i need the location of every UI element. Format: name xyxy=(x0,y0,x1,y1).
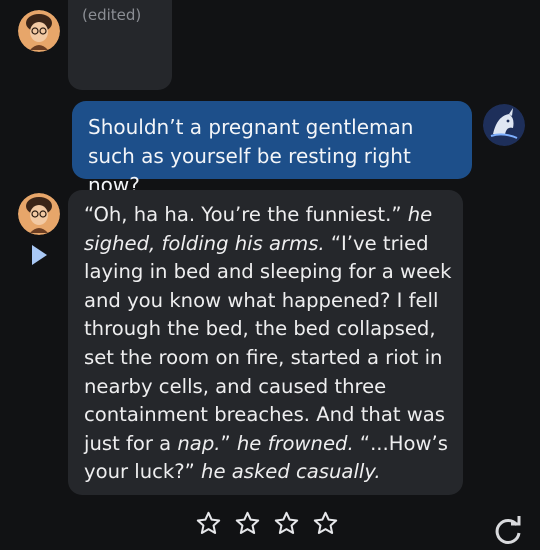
bot-avatar-top[interactable] xyxy=(18,10,60,52)
dialogue-text: ” xyxy=(220,431,237,455)
star-outline-icon[interactable] xyxy=(195,510,222,537)
star-outline-icon[interactable] xyxy=(273,510,300,537)
bot-message-text: “Oh, ha ha. You’re the funniest.” he sig… xyxy=(84,201,454,487)
dialogue-text: “Oh, ha ha. You’re the funniest.” xyxy=(84,203,408,226)
user-message-text: Shouldn’t a pregnant gentleman such as y… xyxy=(88,115,414,197)
dialogue-text: “I’ve tried laying in bed and sleeping f… xyxy=(84,231,452,455)
action-text: nap. xyxy=(177,431,221,455)
action-text: he asked casually. xyxy=(201,460,381,484)
edited-label: (edited) xyxy=(82,6,142,24)
action-text: he frowned. xyxy=(236,431,354,455)
play-icon[interactable] xyxy=(30,244,48,266)
user-avatar[interactable] xyxy=(483,104,525,146)
star-outline-icon[interactable] xyxy=(234,510,261,537)
star-outline-icon[interactable] xyxy=(312,510,339,537)
refresh-icon[interactable] xyxy=(493,516,523,546)
rating-stars xyxy=(195,510,339,537)
bot-avatar[interactable] xyxy=(18,193,60,235)
